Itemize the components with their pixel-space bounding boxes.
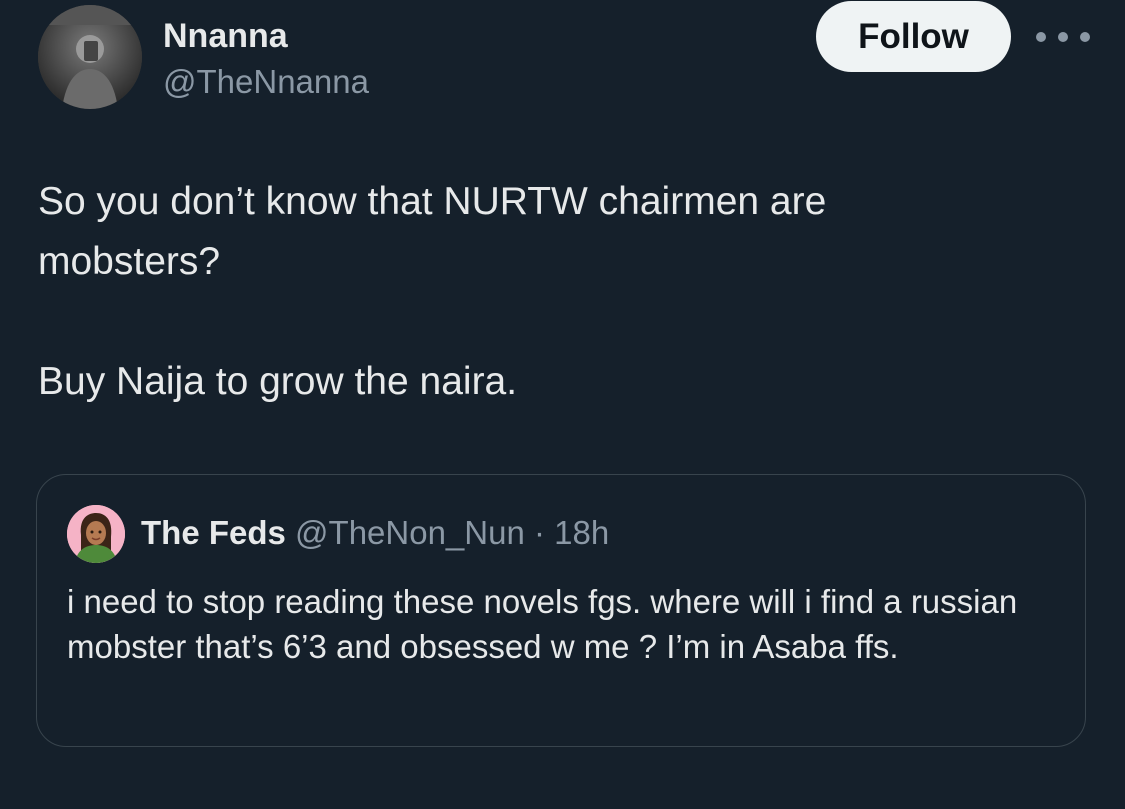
author-name[interactable]: Nnanna [163,14,288,58]
quote-timestamp[interactable]: 18h [554,514,609,551]
author-handle[interactable]: @TheNnanna [163,60,369,104]
dot-icon [1080,32,1090,42]
dot-icon [1058,32,1068,42]
tweet-text-line: So you don’t know that NURTW chairmen ar… [38,180,827,223]
separator-dot: · [534,514,545,551]
memoji-avatar-image [67,505,125,563]
author-avatar-image [38,5,142,109]
quoted-tweet-card[interactable]: The Feds @TheNon_Nun · 18h i need to sto… [36,474,1086,747]
quote-author-handle[interactable]: @TheNon_Nun [295,514,525,551]
tweet-text-line: Buy Naija to grow the naira. [38,360,518,403]
more-options-icon[interactable] [1036,22,1090,52]
dot-icon [1036,32,1046,42]
quote-author-avatar[interactable] [67,505,125,563]
quote-header: The Feds @TheNon_Nun · 18h [141,511,609,555]
tweet-text-line: mobsters? [38,240,221,283]
author-avatar[interactable] [38,5,142,109]
quote-text: i need to stop reading these novels fgs.… [67,583,1018,665]
follow-button[interactable]: Follow [816,1,1011,72]
quote-author-name[interactable]: The Feds [141,514,286,551]
